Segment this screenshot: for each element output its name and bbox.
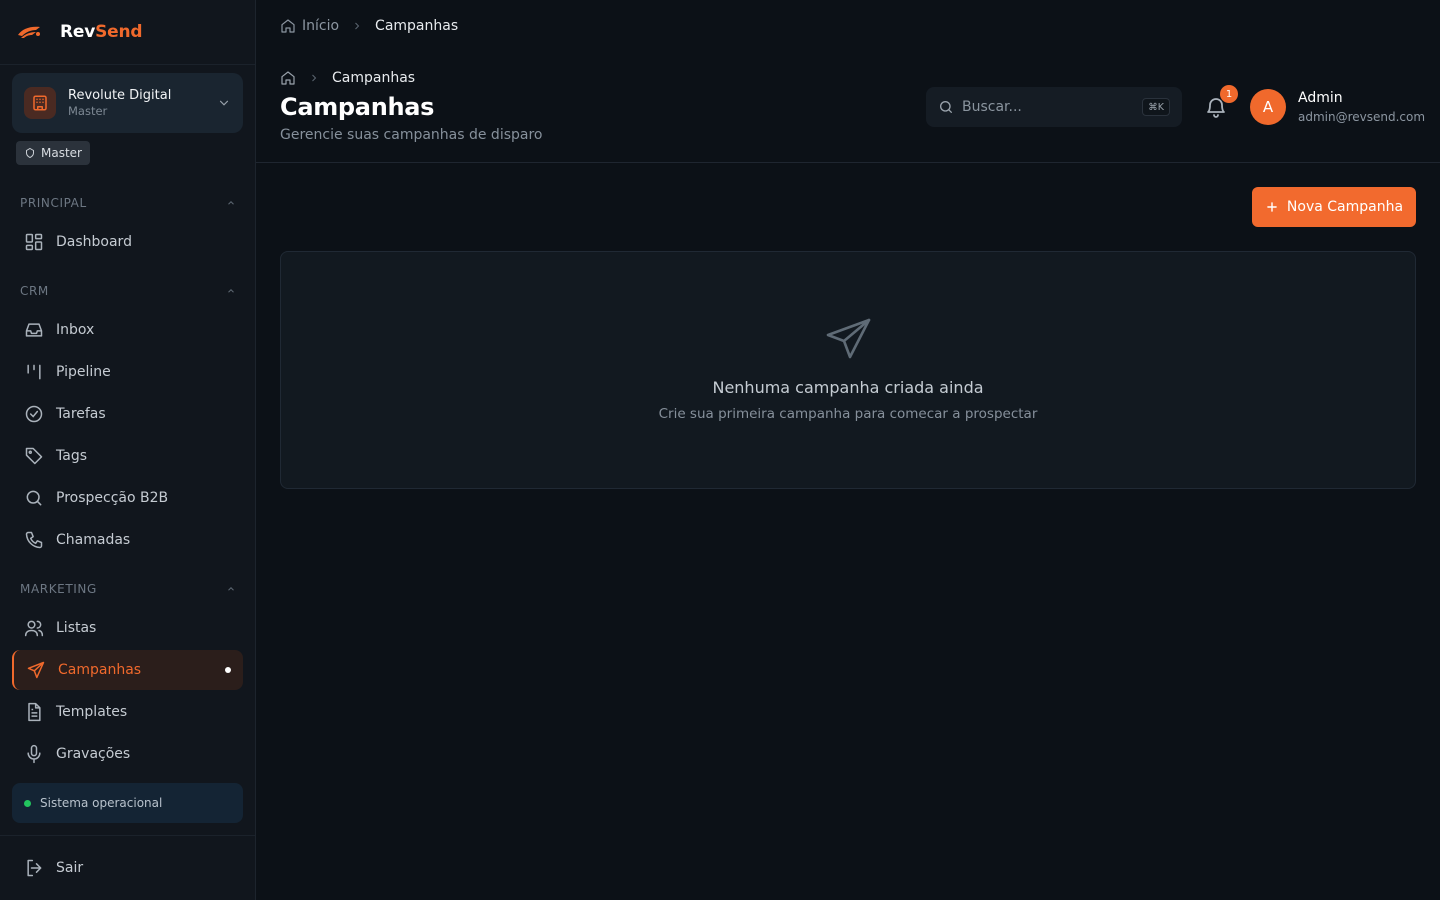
section-label: PRINCIPAL	[20, 196, 87, 210]
system-status-label: Sistema operacional	[40, 796, 163, 810]
sidebar-item-label: Campanhas	[58, 662, 142, 678]
sidebar-item-pipeline[interactable]: Pipeline	[12, 352, 243, 392]
active-indicator	[225, 667, 231, 673]
new-campaign-button[interactable]: Nova Campanha	[1252, 187, 1416, 227]
notification-count-badge: 1	[1220, 85, 1238, 103]
send-icon	[27, 661, 45, 679]
divider	[0, 835, 255, 836]
sidebar: RevSend Revolute Digital Master Master P…	[0, 0, 256, 900]
org-name: Revolute Digital	[68, 88, 172, 103]
pipeline-icon	[27, 364, 41, 380]
notifications-button[interactable]: 1	[1204, 85, 1238, 119]
section-label: MARKETING	[20, 582, 97, 596]
sidebar-item-campanhas[interactable]: Campanhas	[12, 650, 243, 690]
sidebar-item-listas[interactable]: Listas	[12, 608, 243, 648]
empty-state-description: Crie sua primeira campanha para comecar …	[658, 406, 1038, 422]
shield-icon	[26, 147, 34, 159]
home-icon	[281, 19, 295, 33]
brand-logo[interactable]: RevSend	[16, 20, 143, 44]
logout-icon	[27, 859, 42, 877]
sidebar-item-inbox[interactable]: Inbox	[12, 310, 243, 350]
new-campaign-label: Nova Campanha	[1286, 199, 1404, 215]
sidebar-item-tarefas[interactable]: Tarefas	[12, 394, 243, 434]
role-badge-label: Master	[41, 146, 82, 160]
chevron-up-icon	[228, 587, 234, 591]
brand-name-part1: Rev	[60, 22, 96, 42]
search-icon	[940, 101, 952, 113]
empty-state-card: Nenhuma campanha criada ainda Crie sua p…	[280, 251, 1416, 489]
building-icon	[24, 87, 56, 119]
sidebar-item-label: Prospecção B2B	[56, 490, 169, 506]
sidebar-item-label: Dashboard	[56, 234, 132, 250]
sidebar-item-gravacoes[interactable]: Gravações	[12, 734, 243, 774]
check-circle-icon	[25, 405, 43, 423]
search-icon	[26, 490, 42, 506]
sidebar-item-templates[interactable]: Templates	[12, 692, 243, 732]
search-input[interactable]	[962, 97, 1143, 117]
inbox-icon	[25, 323, 43, 337]
sidebar-item-label: Chamadas	[56, 532, 131, 548]
status-dot-icon	[24, 799, 31, 807]
user-email: admin@revsend.com	[1298, 110, 1426, 124]
mic-icon	[27, 744, 41, 764]
page-subtitle: Gerencie suas campanhas de disparo	[280, 127, 543, 143]
chevron-right-icon	[355, 22, 360, 30]
sidebar-item-label: Gravações	[56, 746, 131, 762]
send-icon	[826, 318, 871, 359]
breadcrumb-current: Campanhas	[375, 18, 459, 34]
section-label: CRM	[20, 284, 49, 298]
chevron-down-icon	[219, 100, 229, 106]
breadcrumb-current: Campanhas	[332, 70, 416, 86]
sidebar-item-label: Tarefas	[56, 406, 106, 422]
divider	[256, 162, 1440, 163]
page-breadcrumb: Campanhas	[280, 68, 415, 88]
sidebar-item-label: Pipeline	[56, 364, 111, 380]
sidebar-item-label: Tags	[56, 448, 87, 464]
revsend-logo-icon	[18, 26, 40, 38]
file-text-icon	[28, 702, 41, 722]
brand-name: RevSend	[60, 22, 143, 42]
avatar[interactable]: A	[1250, 89, 1286, 125]
org-switcher[interactable]: Revolute Digital Master	[12, 73, 243, 133]
breadcrumb-home-link[interactable]: Início	[302, 18, 339, 34]
shortcut-hint: ⌘K	[1142, 98, 1170, 116]
org-role: Master	[68, 104, 108, 118]
home-icon[interactable]	[280, 70, 296, 86]
section-principal[interactable]: PRINCIPAL	[20, 195, 236, 211]
dashboard-icon	[25, 233, 43, 251]
users-icon	[24, 620, 44, 637]
logout-button[interactable]: Sair	[12, 848, 243, 888]
section-marketing[interactable]: MARKETING	[20, 581, 236, 597]
sidebar-item-chamadas[interactable]: Chamadas	[12, 520, 243, 560]
empty-state-title: Nenhuma campanha criada ainda	[712, 378, 984, 397]
logout-label: Sair	[56, 860, 84, 876]
tag-icon	[25, 447, 43, 465]
brand-name-part2: Send	[95, 22, 143, 42]
sidebar-item-tags[interactable]: Tags	[12, 436, 243, 476]
sidebar-item-label: Listas	[56, 620, 97, 636]
divider	[0, 64, 255, 65]
system-status: Sistema operacional	[12, 783, 243, 823]
role-badge: Master	[16, 141, 90, 165]
top-breadcrumb: Início Campanhas	[280, 16, 458, 36]
user-name[interactable]: Admin	[1298, 90, 1343, 106]
chevron-up-icon	[228, 201, 234, 205]
sidebar-item-dashboard[interactable]: Dashboard	[12, 222, 243, 262]
sidebar-item-label: Inbox	[56, 322, 95, 338]
chevron-right-icon	[312, 74, 317, 82]
page-title: Campanhas	[280, 93, 435, 121]
plus-icon	[1267, 202, 1277, 212]
search-box[interactable]: ⌘K	[926, 87, 1182, 127]
section-crm[interactable]: CRM	[20, 283, 236, 299]
sidebar-item-label: Templates	[56, 704, 128, 720]
phone-icon	[25, 531, 43, 549]
chevron-up-icon	[228, 289, 234, 293]
sidebar-item-prospeccao-b2b[interactable]: Prospecção B2B	[12, 478, 243, 518]
